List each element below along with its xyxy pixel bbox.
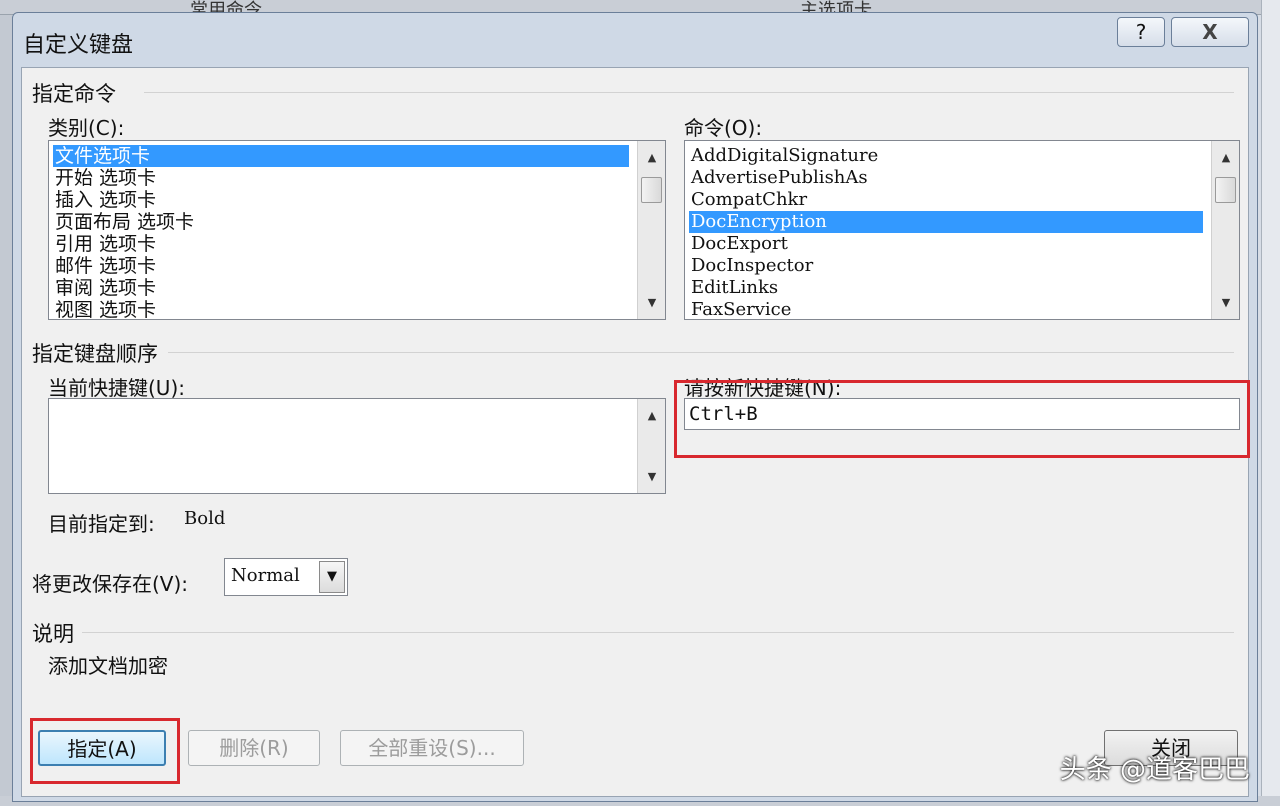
command-item-selected[interactable]: DocEncryption [689, 211, 1203, 233]
current-keys-listbox[interactable]: ▲ ▼ [48, 398, 666, 494]
command-item[interactable]: AdvertisePublishAs [689, 167, 868, 189]
help-icon: ? [1135, 20, 1147, 44]
background-app-scrollbar [1261, 0, 1280, 806]
save-in-select[interactable]: Normal ▼ [224, 558, 348, 596]
assigned-to-label: 目前指定到: [48, 512, 155, 536]
category-item-page-layout[interactable]: 页面布局 选项卡 [53, 211, 194, 233]
group-separator [168, 352, 1234, 353]
highlight-box-shortcut [674, 380, 1250, 458]
command-item[interactable]: CompatChkr [689, 189, 807, 211]
description-group-label: 说明 [32, 622, 74, 646]
category-item-review[interactable]: 审阅 选项卡 [53, 277, 156, 299]
scroll-up-icon[interactable]: ▲ [1212, 151, 1239, 164]
keyboard-sequence-group-label: 指定键盘顺序 [32, 342, 158, 366]
group-separator [82, 632, 1234, 633]
commands-label: 命令(O): [684, 116, 763, 140]
category-item-file[interactable]: 文件选项卡 [53, 145, 629, 167]
customize-keyboard-dialog: 自定义键盘 ? X 指定命令 类别(C): 文件选项卡 开始 选项卡 插入 选项… [12, 12, 1258, 802]
commands-scrollbar[interactable]: ▲ ▼ [1211, 141, 1239, 319]
scroll-down-icon[interactable]: ▼ [638, 470, 665, 483]
current-keys-label: 当前快捷键(U): [48, 376, 185, 400]
assign-command-group-label: 指定命令 [32, 82, 116, 106]
dialog-title: 自定义键盘 [23, 33, 134, 58]
commands-listbox[interactable]: AddDigitalSignature AdvertisePublishAs C… [684, 140, 1240, 320]
save-in-value: Normal [231, 565, 300, 586]
scroll-down-icon[interactable]: ▼ [1212, 296, 1239, 309]
category-item-view[interactable]: 视图 选项卡 [53, 299, 156, 319]
scroll-up-icon[interactable]: ▲ [638, 151, 665, 164]
description-text: 添加文档加密 [48, 654, 168, 678]
command-item[interactable]: DocExport [689, 233, 788, 255]
close-icon: X [1202, 20, 1218, 44]
reset-all-button[interactable]: 全部重设(S)... [340, 730, 524, 766]
close-window-button[interactable]: X [1171, 17, 1249, 47]
help-button[interactable]: ? [1117, 17, 1165, 47]
save-in-label: 将更改保存在(V): [32, 572, 189, 596]
scroll-up-icon[interactable]: ▲ [638, 409, 665, 422]
highlight-box-assign [30, 718, 180, 784]
categories-label: 类别(C): [48, 116, 125, 140]
scroll-thumb[interactable] [641, 177, 662, 203]
categories-listbox[interactable]: 文件选项卡 开始 选项卡 插入 选项卡 页面布局 选项卡 引用 选项卡 邮件 选… [48, 140, 666, 320]
title-bar: 自定义键盘 ? X [13, 13, 1257, 67]
categories-scrollbar[interactable]: ▲ ▼ [637, 141, 665, 319]
scroll-thumb[interactable] [1215, 177, 1236, 203]
category-item-mailings[interactable]: 邮件 选项卡 [53, 255, 156, 277]
background-app-edge [0, 0, 12, 806]
command-item[interactable]: DocInspector [689, 255, 813, 277]
command-item[interactable]: EditLinks [689, 277, 778, 299]
assigned-to-value: Bold [184, 508, 226, 529]
dropdown-button[interactable]: ▼ [319, 561, 345, 593]
current-keys-scrollbar[interactable]: ▲ ▼ [637, 399, 665, 493]
remove-button[interactable]: 删除(R) [188, 730, 320, 766]
category-item-insert[interactable]: 插入 选项卡 [53, 189, 156, 211]
category-item-home[interactable]: 开始 选项卡 [53, 167, 156, 189]
scroll-down-icon[interactable]: ▼ [638, 296, 665, 309]
dialog-client-area: 指定命令 类别(C): 文件选项卡 开始 选项卡 插入 选项卡 页面布局 选项卡… [21, 67, 1250, 797]
command-item[interactable]: AddDigitalSignature [689, 145, 878, 167]
chevron-down-icon: ▼ [327, 569, 337, 584]
group-separator [144, 92, 1234, 93]
category-item-references[interactable]: 引用 选项卡 [53, 233, 156, 255]
command-item[interactable]: FaxService [689, 299, 791, 319]
watermark: 头条 @道客巴巴 [1059, 755, 1250, 785]
